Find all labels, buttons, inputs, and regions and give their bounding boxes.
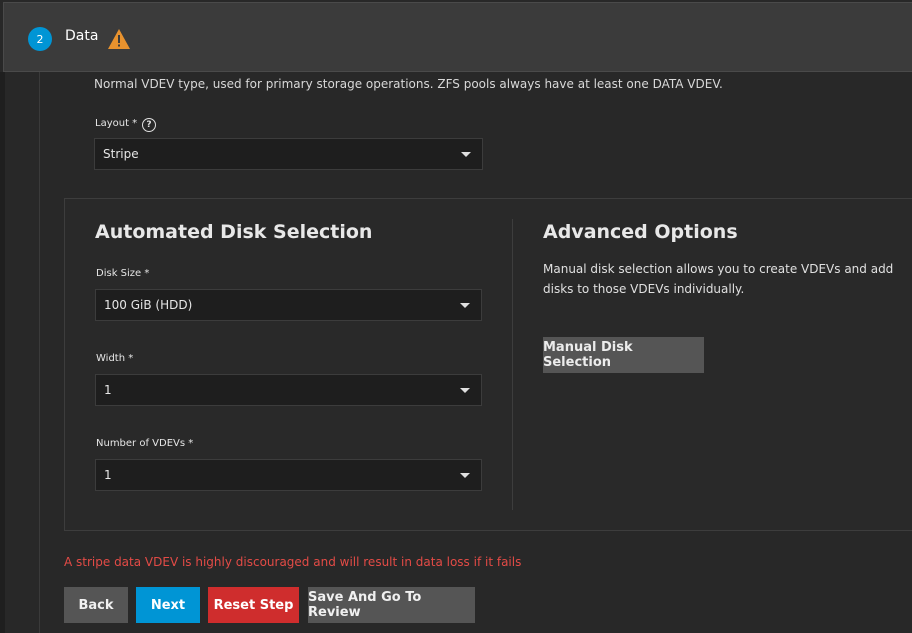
step-header[interactable]: 2 Data: [3, 2, 912, 72]
help-icon[interactable]: ?: [142, 118, 156, 132]
disk-size-select[interactable]: 100 GiB (HDD): [95, 289, 482, 321]
step-title: Data: [65, 28, 99, 44]
automated-disk-selection-title: Automated Disk Selection: [95, 221, 373, 243]
number-of-vdevs-select[interactable]: 1: [95, 459, 482, 491]
stripe-warning-message: A stripe data VDEV is highly discouraged…: [64, 555, 522, 569]
disk-size-label: Disk Size *: [96, 268, 150, 279]
caret-down-icon: [460, 388, 470, 393]
back-button[interactable]: Back: [64, 587, 128, 623]
next-button[interactable]: Next: [136, 587, 200, 623]
advanced-options-description: Manual disk selection allows you to crea…: [543, 262, 894, 296]
layout-select[interactable]: Stripe: [94, 138, 483, 170]
warning-icon: [108, 29, 130, 49]
caret-down-icon: [460, 303, 470, 308]
pool-wizard-page: 2 Data Normal VDEV type, used for primar…: [0, 0, 912, 633]
number-of-vdevs-select-value: 1: [104, 468, 112, 482]
number-of-vdevs-label: Number of VDEVs *: [96, 438, 194, 449]
caret-down-icon: [461, 152, 471, 157]
advanced-options-title: Advanced Options: [543, 221, 738, 243]
width-select[interactable]: 1: [95, 374, 482, 406]
save-and-review-button[interactable]: Save And Go To Review: [308, 587, 475, 623]
section-divider: [512, 219, 513, 510]
reset-step-button[interactable]: Reset Step: [208, 587, 299, 623]
caret-down-icon: [460, 473, 470, 478]
layout-label: Layout *: [95, 118, 138, 129]
disk-size-select-value: 100 GiB (HDD): [104, 298, 193, 312]
step-number-badge: 2: [28, 27, 52, 51]
width-label: Width *: [96, 353, 134, 364]
width-select-value: 1: [104, 383, 112, 397]
layout-select-value: Stripe: [103, 147, 139, 161]
stepper-line: [39, 52, 40, 633]
vdev-description: Normal VDEV type, used for primary stora…: [94, 77, 723, 91]
manual-disk-selection-button[interactable]: Manual Disk Selection: [543, 337, 704, 373]
left-edge-strip: [0, 72, 5, 633]
